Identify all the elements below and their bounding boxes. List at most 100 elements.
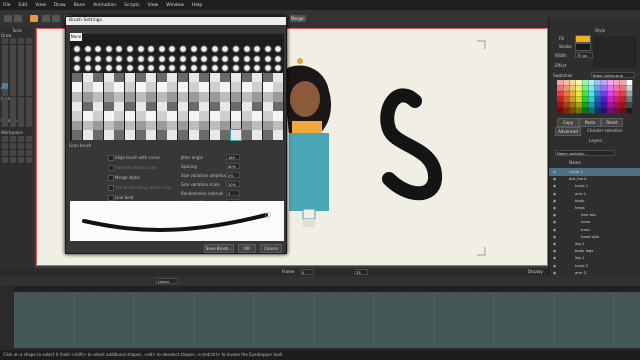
brush-preset[interactable] — [262, 63, 273, 74]
brush-preset[interactable] — [103, 72, 114, 83]
brush-preset[interactable] — [146, 82, 157, 93]
brush-preset[interactable] — [188, 101, 199, 112]
brush-preset[interactable] — [103, 111, 114, 122]
brush-preset[interactable] — [82, 63, 93, 74]
brush-preset[interactable] — [146, 111, 157, 122]
frame-end-field[interactable]: 23 — [354, 269, 368, 275]
brush-preset[interactable] — [220, 120, 231, 131]
brush-preset[interactable] — [146, 120, 157, 131]
brush-preset[interactable] — [125, 101, 135, 112]
brush-preset[interactable] — [125, 82, 135, 93]
tool-button[interactable] — [10, 50, 16, 56]
brush-preset[interactable] — [262, 101, 273, 112]
brush-preset[interactable] — [167, 101, 178, 112]
tool-icon[interactable] — [52, 15, 60, 22]
brush-preset[interactable] — [178, 53, 188, 64]
brush-preset[interactable] — [273, 92, 284, 102]
brush-preset[interactable] — [252, 92, 263, 102]
brush-preset[interactable] — [156, 44, 167, 54]
brush-preset[interactable] — [135, 82, 146, 93]
brush-preset[interactable] — [220, 92, 231, 102]
brush-preset[interactable] — [93, 120, 104, 131]
brush-preset[interactable] — [262, 92, 273, 102]
paste-button[interactable]: Paste — [579, 118, 601, 127]
brush-preset[interactable] — [241, 120, 252, 131]
open-icon[interactable] — [14, 15, 22, 22]
tool-button[interactable] — [18, 121, 24, 127]
brush-preset[interactable] — [262, 44, 273, 54]
brush-preset[interactable] — [146, 72, 157, 83]
new-icon[interactable] — [4, 15, 12, 22]
brush-preset[interactable] — [167, 82, 178, 93]
brush-preset[interactable] — [220, 101, 231, 112]
brush-preset[interactable] — [103, 44, 114, 54]
brush-preset[interactable] — [135, 72, 146, 83]
interpolation-dropdown[interactable]: Linear — [156, 278, 178, 284]
brush-preset[interactable] — [72, 130, 82, 141]
checkbox-random[interactable] — [108, 165, 114, 171]
brush-preset[interactable] — [125, 53, 135, 64]
brush-preset[interactable] — [188, 92, 199, 102]
tool-button[interactable] — [10, 143, 16, 149]
brush-preset[interactable] — [252, 120, 263, 131]
brush-preset[interactable] — [188, 120, 199, 131]
fill-color-swatch[interactable] — [575, 35, 591, 43]
brush-preset[interactable] — [114, 63, 125, 74]
brush-preset[interactable] — [262, 130, 273, 141]
tool-button[interactable] — [18, 136, 24, 142]
tool-button[interactable] — [2, 102, 8, 108]
menu-window[interactable]: Window — [166, 3, 184, 8]
brush-preset[interactable] — [125, 111, 135, 122]
brush-preset[interactable] — [82, 82, 93, 93]
tool-button[interactable] — [26, 90, 32, 96]
brush-preset[interactable] — [273, 53, 284, 64]
brush-preset[interactable] — [135, 92, 146, 102]
swatch-set-dropdown[interactable]: Basic Colors.png — [591, 72, 635, 78]
tool-button[interactable] — [26, 76, 32, 82]
tool-button[interactable] — [18, 114, 24, 120]
tool-button[interactable] — [18, 150, 24, 156]
brush-preset[interactable] — [199, 44, 210, 54]
brush-preset[interactable] — [72, 120, 82, 131]
brush-preset[interactable] — [241, 72, 252, 83]
brush-preset[interactable] — [146, 92, 157, 102]
brush-preset[interactable] — [273, 111, 284, 122]
timeline-tracks[interactable] — [13, 291, 640, 348]
brush-preset[interactable] — [252, 63, 263, 74]
brush-preset[interactable] — [156, 82, 167, 93]
cancel-button[interactable]: Cancel — [260, 244, 282, 253]
brush-preset[interactable] — [72, 92, 82, 102]
brush-icon[interactable] — [42, 15, 50, 22]
tool-button[interactable] — [10, 150, 16, 156]
brush-preset[interactable] — [156, 53, 167, 64]
brush-preset[interactable] — [72, 101, 82, 112]
brush-preset[interactable] — [231, 92, 241, 102]
brush-preset[interactable] — [114, 82, 125, 93]
brush-preset[interactable] — [252, 101, 263, 112]
brush-preset[interactable] — [167, 72, 178, 83]
brush-preset[interactable] — [114, 130, 125, 141]
brush-preset[interactable] — [167, 111, 178, 122]
brush-preset[interactable] — [82, 111, 93, 122]
brush-preset[interactable] — [156, 111, 167, 122]
tool-button[interactable] — [18, 64, 24, 70]
tool-button[interactable] — [26, 102, 32, 108]
brush-preset[interactable] — [209, 111, 220, 122]
brush-preset[interactable] — [103, 101, 114, 112]
tool-button[interactable] — [18, 50, 24, 56]
tool-button[interactable] — [2, 157, 8, 163]
tool-button[interactable] — [18, 157, 24, 163]
size-scale-field[interactable]: 20% — [226, 181, 240, 187]
brush-preset[interactable] — [103, 82, 114, 93]
brush-preset[interactable] — [273, 72, 284, 83]
brush-preset[interactable] — [209, 92, 220, 102]
brush-preset[interactable] — [188, 53, 199, 64]
tool-button[interactable] — [2, 114, 8, 120]
brush-preset[interactable] — [167, 130, 178, 141]
tool-button[interactable] — [26, 83, 32, 89]
brush-preset[interactable] — [93, 63, 104, 74]
color-swatch-button[interactable] — [30, 15, 38, 22]
brush-preset[interactable] — [273, 44, 284, 54]
brush-preset[interactable] — [93, 44, 104, 54]
brush-preset[interactable] — [252, 82, 263, 93]
